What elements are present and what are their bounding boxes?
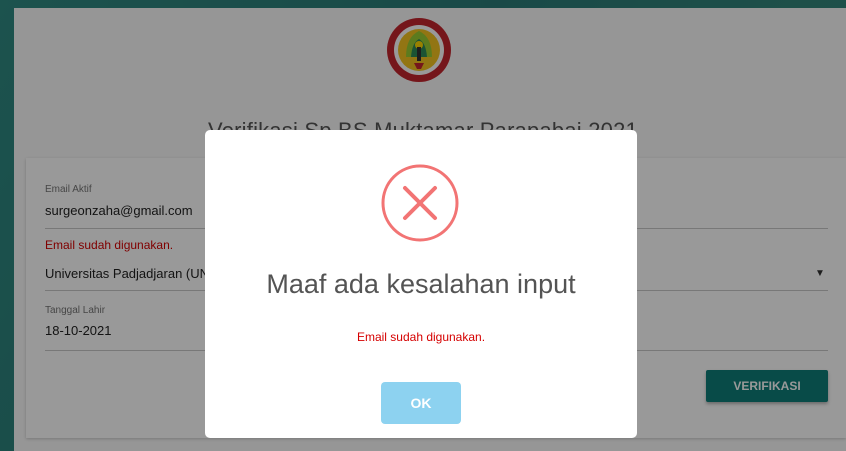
ok-button[interactable]: OK: [381, 382, 461, 424]
error-dialog: Maaf ada kesalahan input Email sudah dig…: [205, 130, 637, 438]
error-x-icon: [381, 164, 459, 242]
dialog-message: Email sudah digunakan.: [356, 330, 486, 344]
dialog-title: Maaf ada kesalahan input: [266, 269, 576, 299]
